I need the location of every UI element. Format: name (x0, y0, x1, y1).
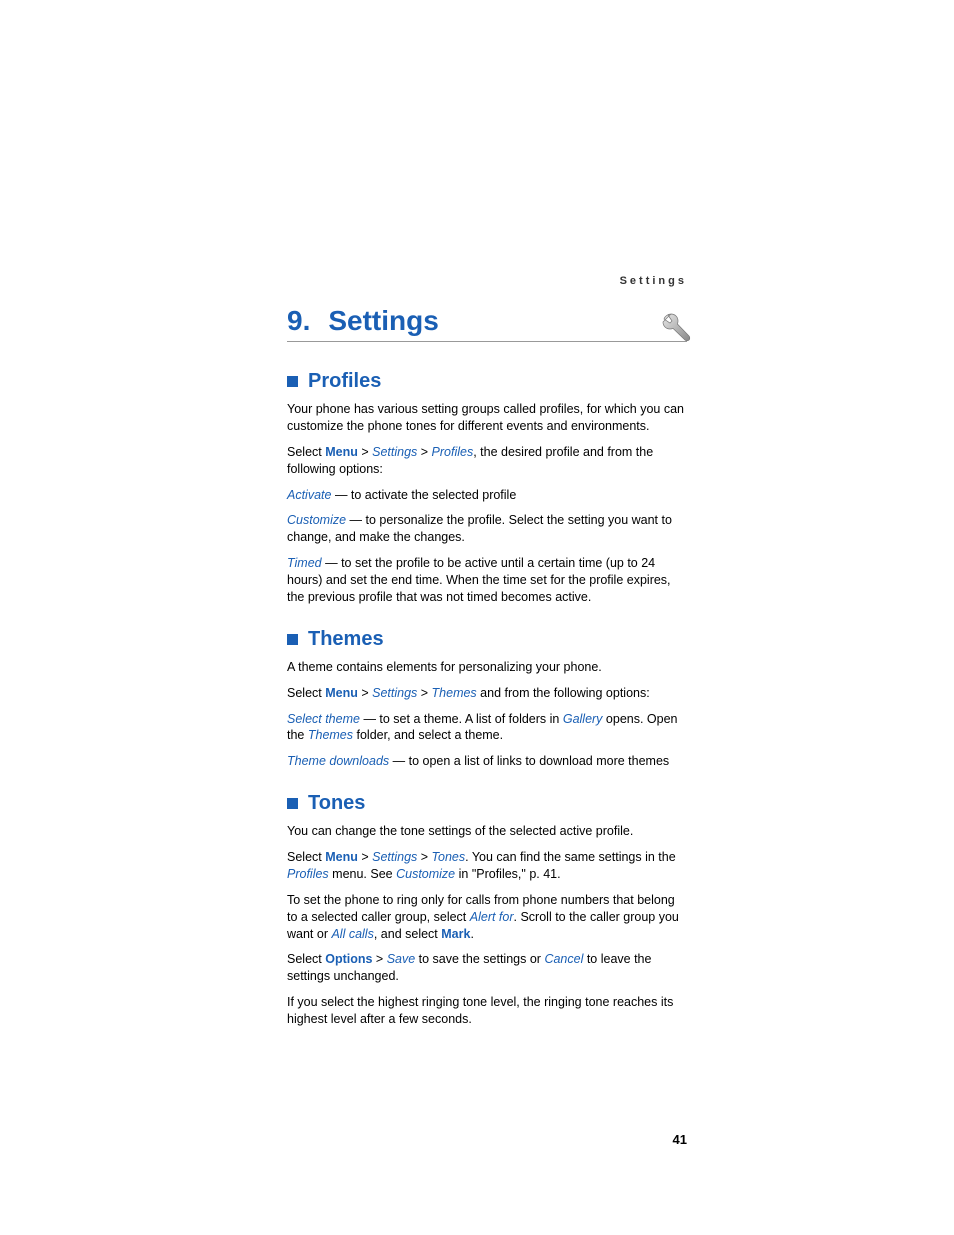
text: to save the settings or (415, 952, 544, 966)
inline-link: Customize (396, 867, 455, 881)
text: . You can find the same settings in the (465, 850, 676, 864)
text: folder, and select a theme. (353, 728, 503, 742)
menu-path-item: Settings (372, 850, 417, 864)
section-heading-tones: Tones (287, 792, 687, 815)
text: Select (287, 850, 325, 864)
text: , and select (374, 927, 441, 941)
paragraph: A theme contains elements for personaliz… (287, 659, 687, 676)
inline-link: Gallery (563, 712, 603, 726)
square-bullet-icon (287, 798, 298, 809)
inline-link: All calls (331, 927, 373, 941)
option-term: Theme downloads (287, 754, 389, 768)
option-term: Activate (287, 488, 331, 502)
text: Select (287, 952, 325, 966)
option-timed: Timed — to set the profile to be active … (287, 555, 687, 606)
section-heading-profiles: Profiles (287, 370, 687, 393)
option-term: Timed (287, 556, 322, 570)
menu-path-item: Menu (325, 445, 358, 459)
text: Select (287, 445, 325, 459)
text: Select (287, 686, 325, 700)
option-desc: — to activate the selected profile (331, 488, 516, 502)
paragraph: You can change the tone settings of the … (287, 823, 687, 840)
option-desc: — to set the profile to be active until … (287, 556, 671, 604)
inline-link: Alert for (470, 910, 514, 924)
chapter-heading: 9. Settings (287, 305, 687, 342)
page-number: 41 (673, 1132, 687, 1147)
option-customize: Customize — to personalize the profile. … (287, 512, 687, 546)
text: > (358, 686, 372, 700)
section-title: Tones (308, 792, 365, 815)
running-header: Settings (287, 275, 687, 287)
section-heading-themes: Themes (287, 628, 687, 651)
wrench-icon (659, 310, 697, 353)
chapter-title: Settings (328, 305, 438, 337)
text: > (417, 445, 431, 459)
inline-link: Save (387, 952, 416, 966)
text: > (358, 850, 372, 864)
paragraph: If you select the highest ringing tone l… (287, 994, 687, 1028)
text: and from the following options: (477, 686, 650, 700)
menu-path-item: Themes (432, 686, 477, 700)
paragraph: Select Menu > Settings > Profiles, the d… (287, 444, 687, 478)
text: menu. See (329, 867, 396, 881)
menu-path-item: Tones (432, 850, 466, 864)
inline-link: Themes (308, 728, 353, 742)
inline-link: Cancel (544, 952, 583, 966)
text: > (417, 686, 431, 700)
inline-link: Profiles (287, 867, 329, 881)
menu-path-item: Profiles (432, 445, 474, 459)
option-desc: — to open a list of links to download mo… (389, 754, 669, 768)
section-title: Profiles (308, 370, 381, 393)
option-term: Select theme (287, 712, 360, 726)
menu-path-item: Settings (372, 686, 417, 700)
option-term: Customize (287, 513, 346, 527)
document-page: Settings 9. Settings Profiles Your phone… (287, 275, 687, 1037)
text: — to set a theme. A list of folders in (360, 712, 563, 726)
paragraph: Select Menu > Settings > Themes and from… (287, 685, 687, 702)
paragraph: Select Menu > Settings > Tones. You can … (287, 849, 687, 883)
menu-path-item: Menu (325, 686, 358, 700)
text: > (417, 850, 431, 864)
paragraph: Your phone has various setting groups ca… (287, 401, 687, 435)
text: > (358, 445, 372, 459)
menu-path-item: Menu (325, 850, 358, 864)
inline-link: Mark (441, 927, 470, 941)
option-theme-downloads: Theme downloads — to open a list of link… (287, 753, 687, 770)
chapter-number: 9. (287, 305, 310, 337)
paragraph: To set the phone to ring only for calls … (287, 892, 687, 943)
text: . (470, 927, 473, 941)
square-bullet-icon (287, 376, 298, 387)
paragraph: Select Options > Save to save the settin… (287, 951, 687, 985)
text: in "Profiles," p. 41. (455, 867, 560, 881)
option-activate: Activate — to activate the selected prof… (287, 487, 687, 504)
menu-path-item: Settings (372, 445, 417, 459)
square-bullet-icon (287, 634, 298, 645)
section-title: Themes (308, 628, 384, 651)
text: > (372, 952, 386, 966)
menu-path-item: Options (325, 952, 372, 966)
option-select-theme: Select theme — to set a theme. A list of… (287, 711, 687, 745)
